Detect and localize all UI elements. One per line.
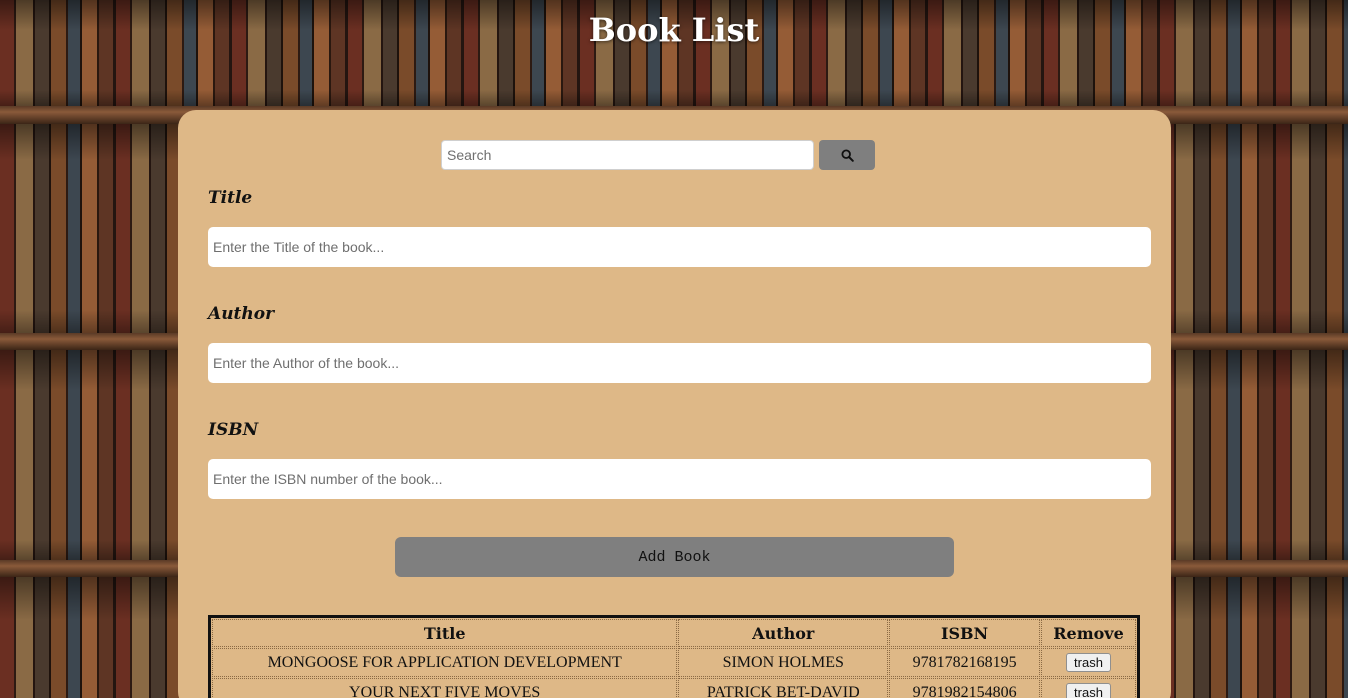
search-bar xyxy=(441,140,875,170)
author-input[interactable] xyxy=(208,343,1151,383)
isbn-label: ISBN xyxy=(208,420,259,440)
title-label: Title xyxy=(208,188,253,208)
search-button[interactable] xyxy=(819,140,875,170)
isbn-input[interactable] xyxy=(208,459,1151,499)
table-row: YOUR NEXT FIVE MOVES PATRICK BET-DAVID 9… xyxy=(212,678,1136,698)
remove-cell: trash xyxy=(1041,678,1136,698)
book-isbn-cell: 9781782168195 xyxy=(889,648,1041,677)
book-isbn-cell: 9781982154806 xyxy=(889,678,1041,698)
page-title: Book List xyxy=(588,11,760,49)
book-form-panel: Title Author ISBN Add Book Title Author … xyxy=(178,110,1171,698)
book-author-cell: PATRICK BET-DAVID xyxy=(678,678,889,698)
book-table: Title Author ISBN Remove MONGOOSE FOR AP… xyxy=(208,615,1140,698)
add-book-button[interactable]: Add Book xyxy=(395,537,954,577)
column-header-author: Author xyxy=(678,619,889,647)
column-header-isbn: ISBN xyxy=(889,619,1041,647)
column-header-remove: Remove xyxy=(1041,619,1136,647)
table-row: MONGOOSE FOR APPLICATION DEVELOPMENT SIM… xyxy=(212,648,1136,677)
table-header-row: Title Author ISBN Remove xyxy=(212,619,1136,647)
page: { "header": { "title": "Book List" }, "s… xyxy=(0,0,1348,698)
author-label: Author xyxy=(208,304,275,324)
book-title-cell: MONGOOSE FOR APPLICATION DEVELOPMENT xyxy=(212,648,678,677)
remove-cell: trash xyxy=(1041,648,1136,677)
title-input[interactable] xyxy=(208,227,1151,267)
search-input[interactable] xyxy=(441,140,814,170)
column-header-title: Title xyxy=(212,619,678,647)
trash-button[interactable]: trash xyxy=(1066,653,1111,672)
book-author-cell: SIMON HOLMES xyxy=(678,648,889,677)
search-icon xyxy=(840,148,854,162)
trash-button[interactable]: trash xyxy=(1066,683,1111,698)
book-title-cell: YOUR NEXT FIVE MOVES xyxy=(212,678,678,698)
